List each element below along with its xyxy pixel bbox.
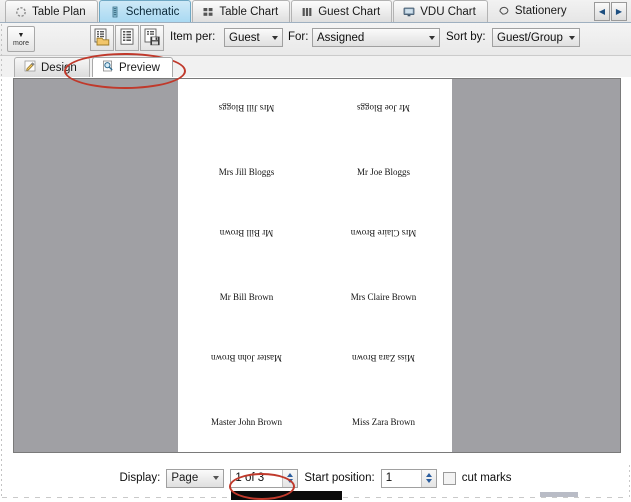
tab-label: Guest Chart (318, 5, 381, 18)
place-card-name: Mr Joe Bloggs (356, 167, 410, 177)
place-card-row: Mr Bill Brown Mr Bill Brown Mrs Claire B… (178, 204, 452, 329)
tab-table-chart[interactable]: Table Chart (192, 0, 291, 22)
start-position-label: Start position: (304, 472, 375, 484)
place-card[interactable]: Miss Zara Brown Miss Zara Brown (315, 329, 452, 452)
display-mode-value: Page (171, 472, 199, 484)
spinner-down-icon[interactable] (425, 479, 432, 483)
tab-vdu-chart[interactable]: VDU Chart (393, 0, 488, 22)
view-mode-tab-bar: Design Preview (0, 56, 631, 77)
spinner-up-icon[interactable] (425, 473, 432, 477)
place-card[interactable]: Mr Bill Brown Mr Bill Brown (178, 204, 315, 329)
place-card[interactable]: Mr Joe Bloggs Mr Joe Bloggs (315, 79, 452, 204)
more-button-label: more (13, 39, 29, 47)
save-stationery-button[interactable] (140, 25, 164, 51)
columns-icon (301, 6, 313, 18)
chevron-down-icon (272, 35, 278, 40)
chevron-down-icon (429, 35, 435, 40)
place-card-name-flipped: Miss Zara Brown (352, 353, 415, 363)
spinner-down-icon[interactable] (287, 479, 294, 483)
magnifier-page-icon (102, 60, 114, 75)
tab-label: VDU Chart (420, 5, 476, 18)
page-number-value: 1 of 3 (235, 472, 265, 484)
tab-label: Table Chart (219, 5, 279, 18)
tab-scroll-next-button[interactable]: ▶ (611, 2, 627, 21)
spinner-arrows[interactable] (420, 469, 436, 487)
place-card[interactable]: Mrs Jill Bloggs Mrs Jill Bloggs (178, 79, 315, 204)
display-mode-select[interactable]: Page (166, 468, 225, 488)
tab-label: Design (41, 61, 77, 74)
tab-table-plan[interactable]: Table Plan (5, 0, 98, 22)
item-per-label: Item per: (170, 31, 216, 43)
tab-stationery[interactable]: Stationery (489, 0, 578, 22)
clipped-text-artifact (231, 491, 342, 500)
place-card-name-flipped: Mr Bill Brown (219, 228, 274, 238)
display-label: Display: (119, 472, 161, 484)
sort-by-select[interactable]: Guest/Group (492, 28, 580, 47)
table-grid-icon (202, 6, 214, 18)
tag-icon (498, 5, 510, 17)
schematic-icon (109, 6, 121, 18)
tab-guest-chart[interactable]: Guest Chart (291, 0, 393, 22)
item-per-select[interactable]: Guest (224, 28, 283, 47)
cut-marks-checkbox[interactable] (442, 471, 456, 485)
place-card-name: Mrs Jill Bloggs (218, 167, 275, 177)
place-card-name-flipped: Mrs Jill Bloggs (218, 103, 275, 113)
tab-design[interactable]: Design (14, 57, 90, 77)
window-left-edge (1, 24, 2, 498)
sort-by-value: Guest/Group (497, 31, 563, 44)
save-floppy-document-icon (143, 28, 161, 49)
pencil-icon (24, 60, 36, 75)
window-right-edge (629, 465, 630, 498)
stationery-preview-canvas[interactable]: Mrs Jill Bloggs Mrs Jill Bloggs Mr Joe B… (13, 78, 621, 453)
preview-page: Mrs Jill Bloggs Mrs Jill Bloggs Mr Joe B… (178, 79, 452, 452)
spinner-up-icon[interactable] (287, 473, 294, 477)
list-document-icon (118, 28, 136, 49)
tab-scroll-buttons: ◀ ▶ (594, 2, 628, 21)
place-card-name: Master John Brown (211, 417, 282, 427)
for-select[interactable]: Assigned (312, 28, 440, 47)
new-stationery-button[interactable] (115, 25, 139, 51)
tab-label: Schematic (125, 5, 180, 18)
place-card-name-flipped: Master John Brown (211, 353, 282, 363)
place-card-name-flipped: Mr Joe Bloggs (357, 103, 411, 113)
spinner-arrows[interactable] (282, 469, 298, 487)
stationery-toolbar: ▼ more Item per: Guest For: Assigned Sor… (0, 23, 631, 56)
place-card-row: Mrs Jill Bloggs Mrs Jill Bloggs Mr Joe B… (178, 79, 452, 204)
chevron-down-icon: ▼ (17, 31, 25, 39)
chevron-down-icon (213, 476, 220, 480)
item-per-value: Guest (229, 31, 260, 44)
start-position-spinner[interactable]: 1 (380, 468, 437, 488)
tab-label: Table Plan (32, 5, 86, 18)
scroll-thumb-fragment[interactable] (540, 492, 578, 497)
place-card-name: Mr Bill Brown (219, 292, 274, 302)
chevron-down-icon (569, 35, 575, 40)
start-position-value: 1 (385, 472, 393, 484)
tab-label: Stationery (514, 5, 567, 17)
main-tab-bar: Table Plan Schematic Table Chart Guest C… (0, 0, 631, 23)
page-number-spinner[interactable]: 1 of 3 (230, 468, 299, 488)
cut-marks-label: cut marks (461, 472, 512, 484)
for-label: For: (288, 31, 309, 43)
more-button[interactable]: ▼ more (7, 26, 35, 52)
place-card-name: Mrs Claire Brown (350, 292, 417, 302)
for-value: Assigned (317, 31, 365, 44)
place-card[interactable]: Mrs Claire Brown Mrs Claire Brown (315, 204, 452, 329)
place-card-name-flipped: Mrs Claire Brown (350, 228, 417, 238)
place-card[interactable]: Master John Brown Master John Brown (178, 329, 315, 452)
tab-schematic[interactable]: Schematic (98, 0, 192, 22)
place-card-row: Master John Brown Master John Brown Miss… (178, 329, 452, 452)
circle-dashed-icon (15, 6, 27, 18)
tab-scroll-prev-button[interactable]: ◀ (594, 2, 610, 21)
open-folder-document-icon (93, 28, 111, 49)
sort-by-label: Sort by: (446, 31, 486, 43)
place-card-name: Miss Zara Brown (352, 417, 415, 427)
open-stationery-button[interactable] (90, 25, 114, 51)
tab-preview[interactable]: Preview (92, 57, 173, 77)
monitor-icon (403, 6, 415, 18)
tab-label: Preview (119, 61, 160, 74)
